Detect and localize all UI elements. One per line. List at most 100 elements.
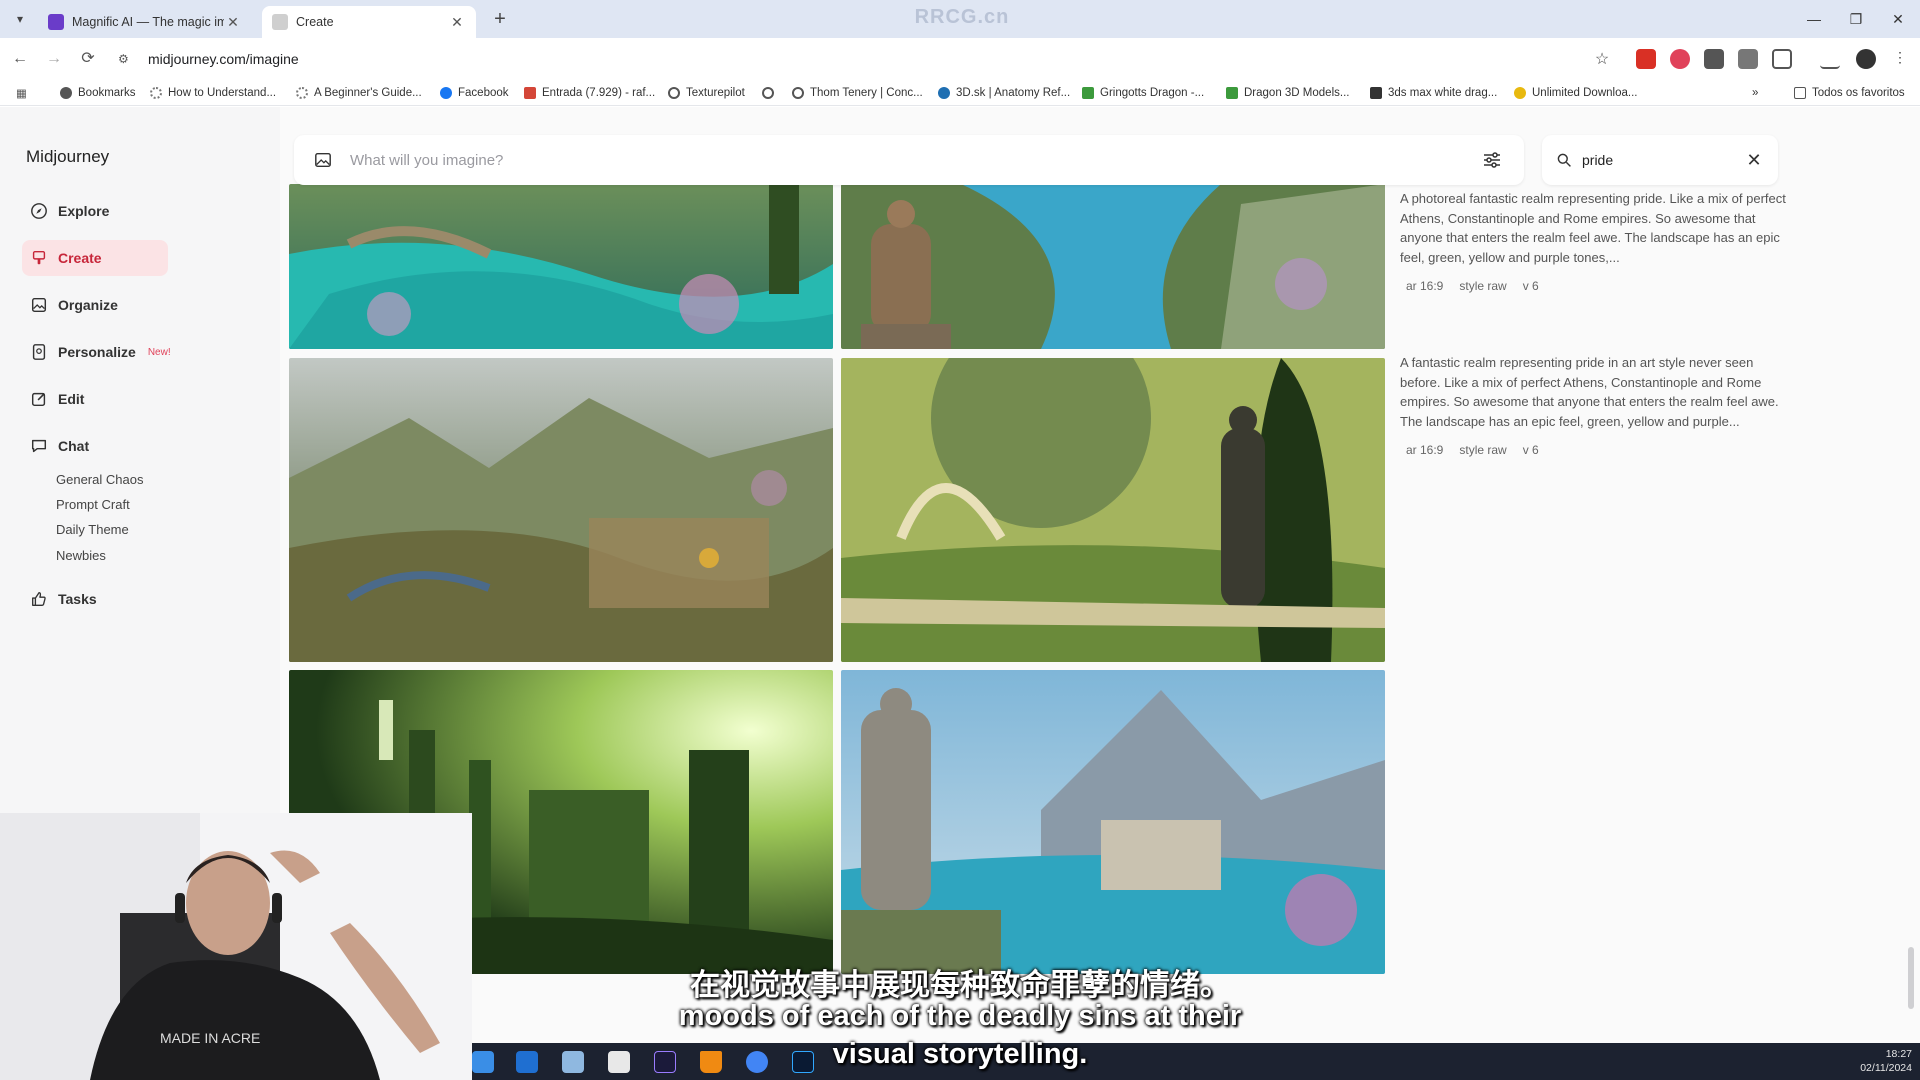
sidebar-item-label: Organize xyxy=(58,297,118,313)
bookmark-item[interactable]: Gringotts Dragon -... xyxy=(1082,84,1204,102)
address-bar[interactable]: ⚙ midjourney.com/imagine ☆ xyxy=(112,43,1612,75)
search-filter-bar[interactable]: ✕ xyxy=(1542,135,1778,185)
realm-image-turquoise-bridges[interactable] xyxy=(289,184,833,349)
bookmark-item[interactable]: Thom Tenery | Conc... xyxy=(792,84,923,102)
globe-icon xyxy=(792,87,804,99)
browser-tab-magnific[interactable]: Magnific AI — The magic imag ✕ xyxy=(38,6,252,38)
bookmark-item[interactable]: 3ds max white drag... xyxy=(1370,84,1497,102)
realm-image-garden-statue[interactable] xyxy=(841,358,1385,662)
sidebar-item-chat[interactable]: Chat xyxy=(22,428,168,464)
imagine-prompt-input[interactable] xyxy=(350,151,1350,169)
chat-room-daily-theme[interactable]: Daily Theme xyxy=(56,522,129,537)
chat-room-prompt-craft[interactable]: Prompt Craft xyxy=(56,497,130,512)
bookmark-item[interactable]: 3D.sk | Anatomy Ref... xyxy=(938,84,1070,102)
thumbs-up-icon xyxy=(32,592,46,606)
restore-icon[interactable]: ❐ xyxy=(1836,6,1876,32)
back-arrow-icon[interactable]: ← xyxy=(8,47,32,71)
extension-new-icon[interactable] xyxy=(1636,49,1656,69)
param-version[interactable]: v 6 xyxy=(1523,443,1539,457)
sidebar-item-explore[interactable]: Explore xyxy=(22,193,168,229)
star-icon xyxy=(60,87,72,99)
sidebar-item-edit[interactable]: Edit xyxy=(22,381,168,417)
prompt-params: ar 16:9 style raw v 6 xyxy=(1400,443,1790,457)
globe-icon xyxy=(762,87,774,99)
green-square-icon xyxy=(1082,87,1094,99)
tab-title: Create xyxy=(296,15,334,29)
bookmark-item[interactable]: Bookmarks xyxy=(60,84,136,102)
chat-icon xyxy=(31,439,47,453)
param-aspect-ratio[interactable]: ar 16:9 xyxy=(1406,443,1443,457)
bookmark-item[interactable]: A Beginner's Guide... xyxy=(296,84,422,102)
param-style[interactable]: style raw xyxy=(1459,279,1506,293)
reload-icon[interactable]: ⟳ xyxy=(76,47,100,71)
param-version[interactable]: v 6 xyxy=(1523,279,1539,293)
sidebar-item-create[interactable]: Create xyxy=(22,240,168,276)
bookmarks-overflow-icon[interactable]: » xyxy=(1752,84,1758,102)
extension-download-icon[interactable] xyxy=(1704,49,1724,69)
sidebar-item-label: Tasks xyxy=(58,591,97,607)
chat-room-newbies[interactable]: Newbies xyxy=(56,548,106,563)
minimize-icon[interactable]: — xyxy=(1794,6,1834,32)
new-tab-plus-icon[interactable]: + xyxy=(488,8,512,32)
param-style[interactable]: style raw xyxy=(1459,443,1506,457)
bookmark-item[interactable]: Entrada (7.929) - raf... xyxy=(524,84,655,102)
profile-avatar-icon[interactable] xyxy=(1856,49,1876,69)
media-controls-icon[interactable] xyxy=(1820,49,1840,69)
gmail-icon xyxy=(524,87,536,99)
sidebar-item-tasks[interactable]: Tasks xyxy=(22,581,168,617)
adblock-extension-icon[interactable] xyxy=(1670,49,1690,69)
all-bookmarks-folder[interactable]: Todos os favoritos xyxy=(1794,84,1905,102)
param-aspect-ratio[interactable]: ar 16:9 xyxy=(1406,279,1443,293)
sidebar-item-label: Personalize xyxy=(58,344,136,360)
facebook-icon xyxy=(440,87,452,99)
url-text: midjourney.com/imagine xyxy=(148,51,299,67)
close-tab-icon[interactable]: ✕ xyxy=(224,14,242,31)
clear-search-icon[interactable]: ✕ xyxy=(1744,150,1764,170)
chat-room-general-chaos[interactable]: General Chaos xyxy=(56,472,143,487)
extension-printer-icon[interactable] xyxy=(1738,49,1758,69)
bookmark-item[interactable]: Facebook xyxy=(440,84,509,102)
close-window-icon[interactable]: ✕ xyxy=(1878,6,1918,32)
brand-logo[interactable]: Midjourney xyxy=(26,147,109,167)
extensions-puzzle-icon[interactable] xyxy=(1772,49,1792,69)
close-tab-icon[interactable]: ✕ xyxy=(448,14,466,31)
bookmark-item[interactable]: Unlimited Downloa... xyxy=(1514,84,1637,102)
green-square-icon xyxy=(1226,87,1238,99)
bookmark-item[interactable] xyxy=(762,84,780,102)
realm-image-coastal-statues[interactable] xyxy=(841,670,1385,974)
bookmark-item[interactable]: How to Understand... xyxy=(150,84,276,102)
sidebar-item-organize[interactable]: Organize xyxy=(22,287,168,323)
image-icon xyxy=(1370,87,1382,99)
browser-tab-create[interactable]: Create ✕ xyxy=(262,6,476,38)
bookmark-star-icon[interactable]: ☆ xyxy=(1592,49,1612,69)
job-prompt-2[interactable]: A fantastic realm representing pride in … xyxy=(1400,353,1790,457)
job-prompt-1[interactable]: A photoreal fantastic realm representing… xyxy=(1400,189,1790,293)
folder-icon xyxy=(1794,87,1806,99)
sidebar-item-label: Explore xyxy=(58,203,110,219)
tab-list-chevron-icon[interactable]: ▾ xyxy=(10,9,30,29)
search-input[interactable] xyxy=(1582,152,1732,168)
apps-grid-icon[interactable]: ▦ xyxy=(16,84,27,102)
imagine-bar[interactable] xyxy=(294,135,1524,185)
image-upload-icon[interactable] xyxy=(314,151,332,169)
prompt-text: A photoreal fantastic realm representing… xyxy=(1400,191,1786,265)
bookmark-item[interactable]: Dragon 3D Models... xyxy=(1226,84,1349,102)
realm-image-aerial-city[interactable] xyxy=(289,358,833,662)
browser-menu-icon[interactable]: ⋮ xyxy=(1890,49,1910,69)
forward-arrow-icon[interactable]: → xyxy=(42,47,66,71)
realm-image-statue-river[interactable] xyxy=(841,184,1385,349)
prompt-params: ar 16:9 style raw v 6 xyxy=(1400,279,1790,293)
tab-title: Magnific AI — The magic imag xyxy=(72,15,224,29)
new-badge: New! xyxy=(147,346,171,358)
site-settings-icon[interactable]: ⚙ xyxy=(118,52,136,66)
globe-icon xyxy=(668,87,680,99)
sidebar-item-personalize[interactable]: Personalize New! xyxy=(22,334,182,370)
magnific-favicon-icon xyxy=(48,14,64,30)
subtitle-chinese: 在视觉故事中展现每种致命罪孽的情绪。 xyxy=(690,969,1230,1002)
bookmark-item[interactable]: Texturepilot xyxy=(668,84,745,102)
browser-toolbar: ← → ⟳ ⚙ midjourney.com/imagine ☆ ⋮ xyxy=(0,38,1920,80)
settings-sliders-icon[interactable] xyxy=(1482,150,1502,170)
midjourney-favicon-icon xyxy=(272,14,288,30)
browser-tab-bar: ▾ Magnific AI — The magic imag ✕ Create … xyxy=(0,0,1920,38)
sidebar-item-label: Create xyxy=(58,250,102,266)
